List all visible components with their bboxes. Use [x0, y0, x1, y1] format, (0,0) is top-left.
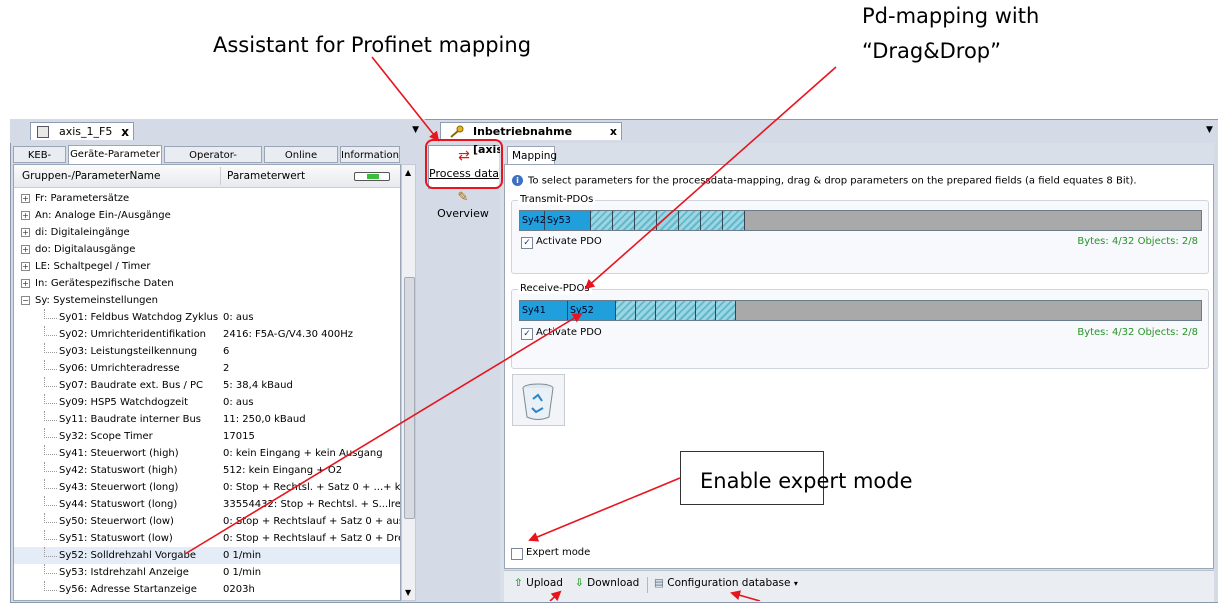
arrow-pd-mapping	[584, 66, 837, 290]
arrow-upload	[549, 590, 562, 601]
process-data-highlight	[425, 139, 503, 189]
arrow-expert-mode	[528, 477, 681, 542]
arrow-config-db	[730, 590, 761, 601]
arrow-assistant	[371, 56, 440, 142]
arrow-drag-from-sy52	[184, 312, 583, 555]
annotation-overlay	[184, 56, 837, 601]
